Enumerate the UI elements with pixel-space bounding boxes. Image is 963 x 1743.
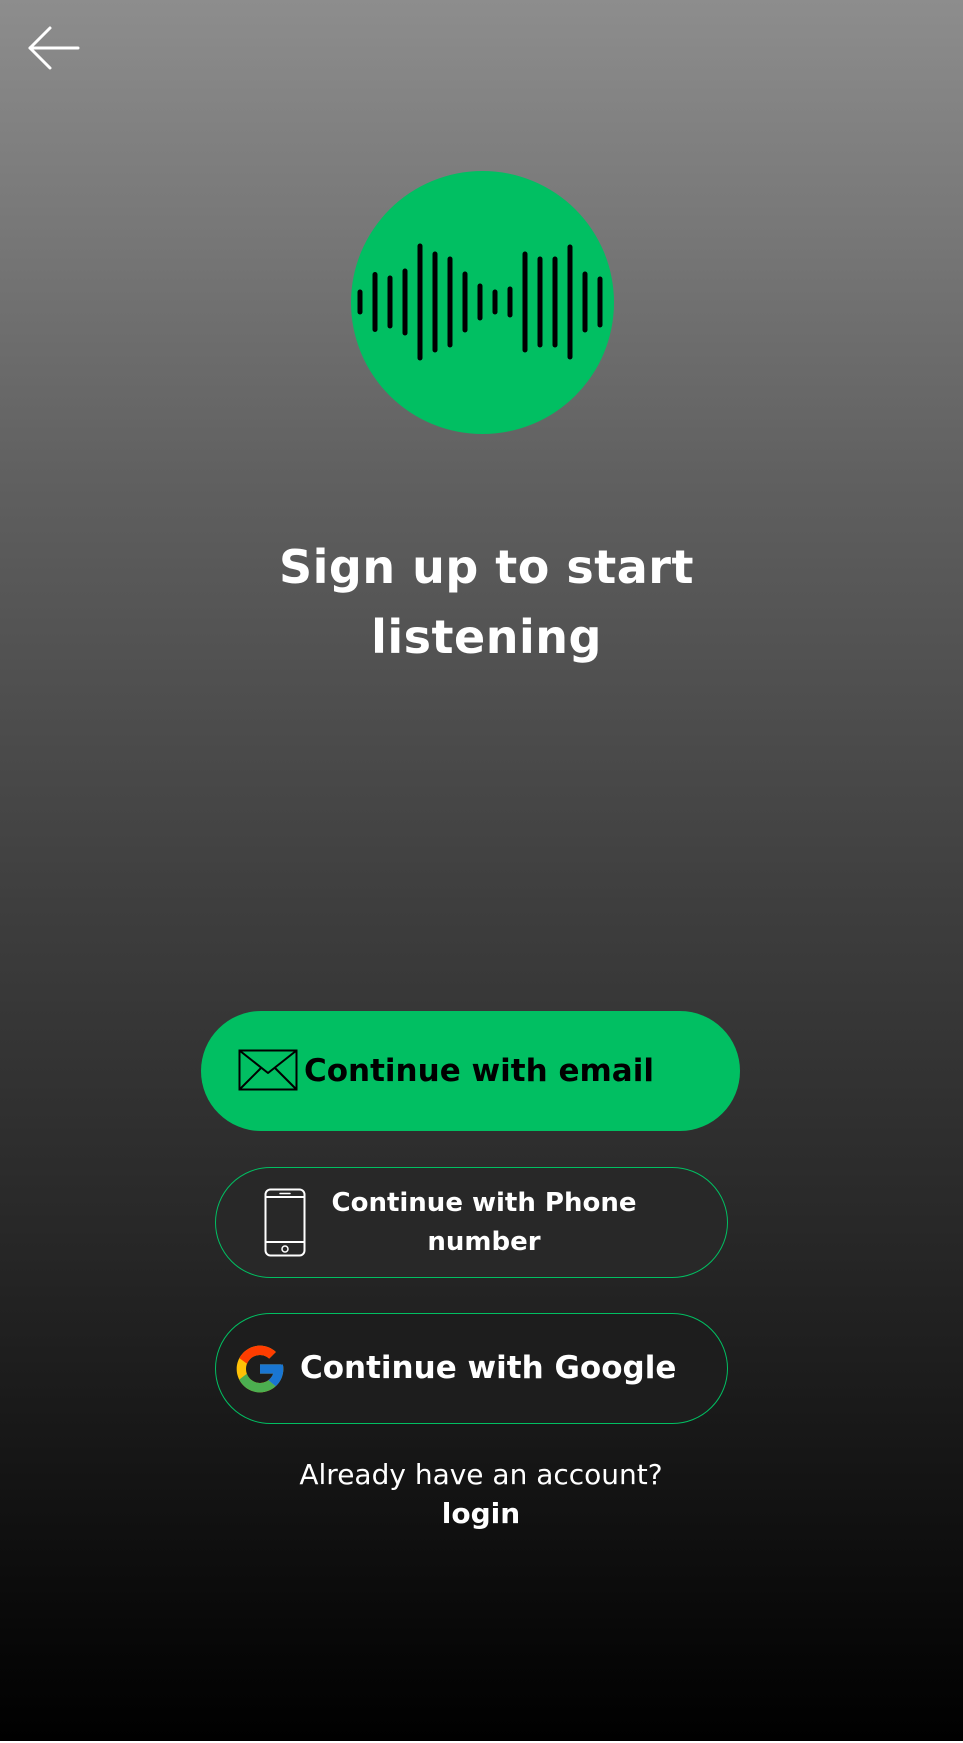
page-title-line-1: Sign up to start xyxy=(279,540,694,594)
continue-with-google-button[interactable]: Continue with Google xyxy=(215,1313,728,1424)
continue-with-google-label: Continue with Google xyxy=(300,1350,677,1386)
continue-with-phone-label-line-1: Continue with Phone xyxy=(331,1188,637,1218)
smartphone-icon xyxy=(264,1188,306,1257)
envelope-icon xyxy=(238,1049,298,1091)
page-title-line-2: listening xyxy=(371,610,602,664)
account-prompt-text: Already have an account? xyxy=(299,1458,663,1491)
continue-with-phone-label-line-2: number xyxy=(427,1227,541,1257)
signup-screen: Sign up to start listening Continue with … xyxy=(0,0,963,1741)
login-link[interactable]: login xyxy=(381,1494,581,1534)
google-logo-icon xyxy=(236,1345,284,1393)
sound-wave-icon xyxy=(357,243,603,361)
arrow-left-icon xyxy=(28,26,80,70)
continue-with-phone-button[interactable]: Continue with Phone number xyxy=(215,1167,728,1278)
continue-with-phone-label: Continue with Phone number xyxy=(311,1184,657,1262)
back-button[interactable] xyxy=(22,20,82,76)
page-title: Sign up to start listening xyxy=(200,532,773,672)
app-logo xyxy=(351,171,614,434)
continue-with-email-label: Continue with email xyxy=(304,1053,654,1089)
continue-with-email-button[interactable]: Continue with email xyxy=(201,1011,740,1131)
